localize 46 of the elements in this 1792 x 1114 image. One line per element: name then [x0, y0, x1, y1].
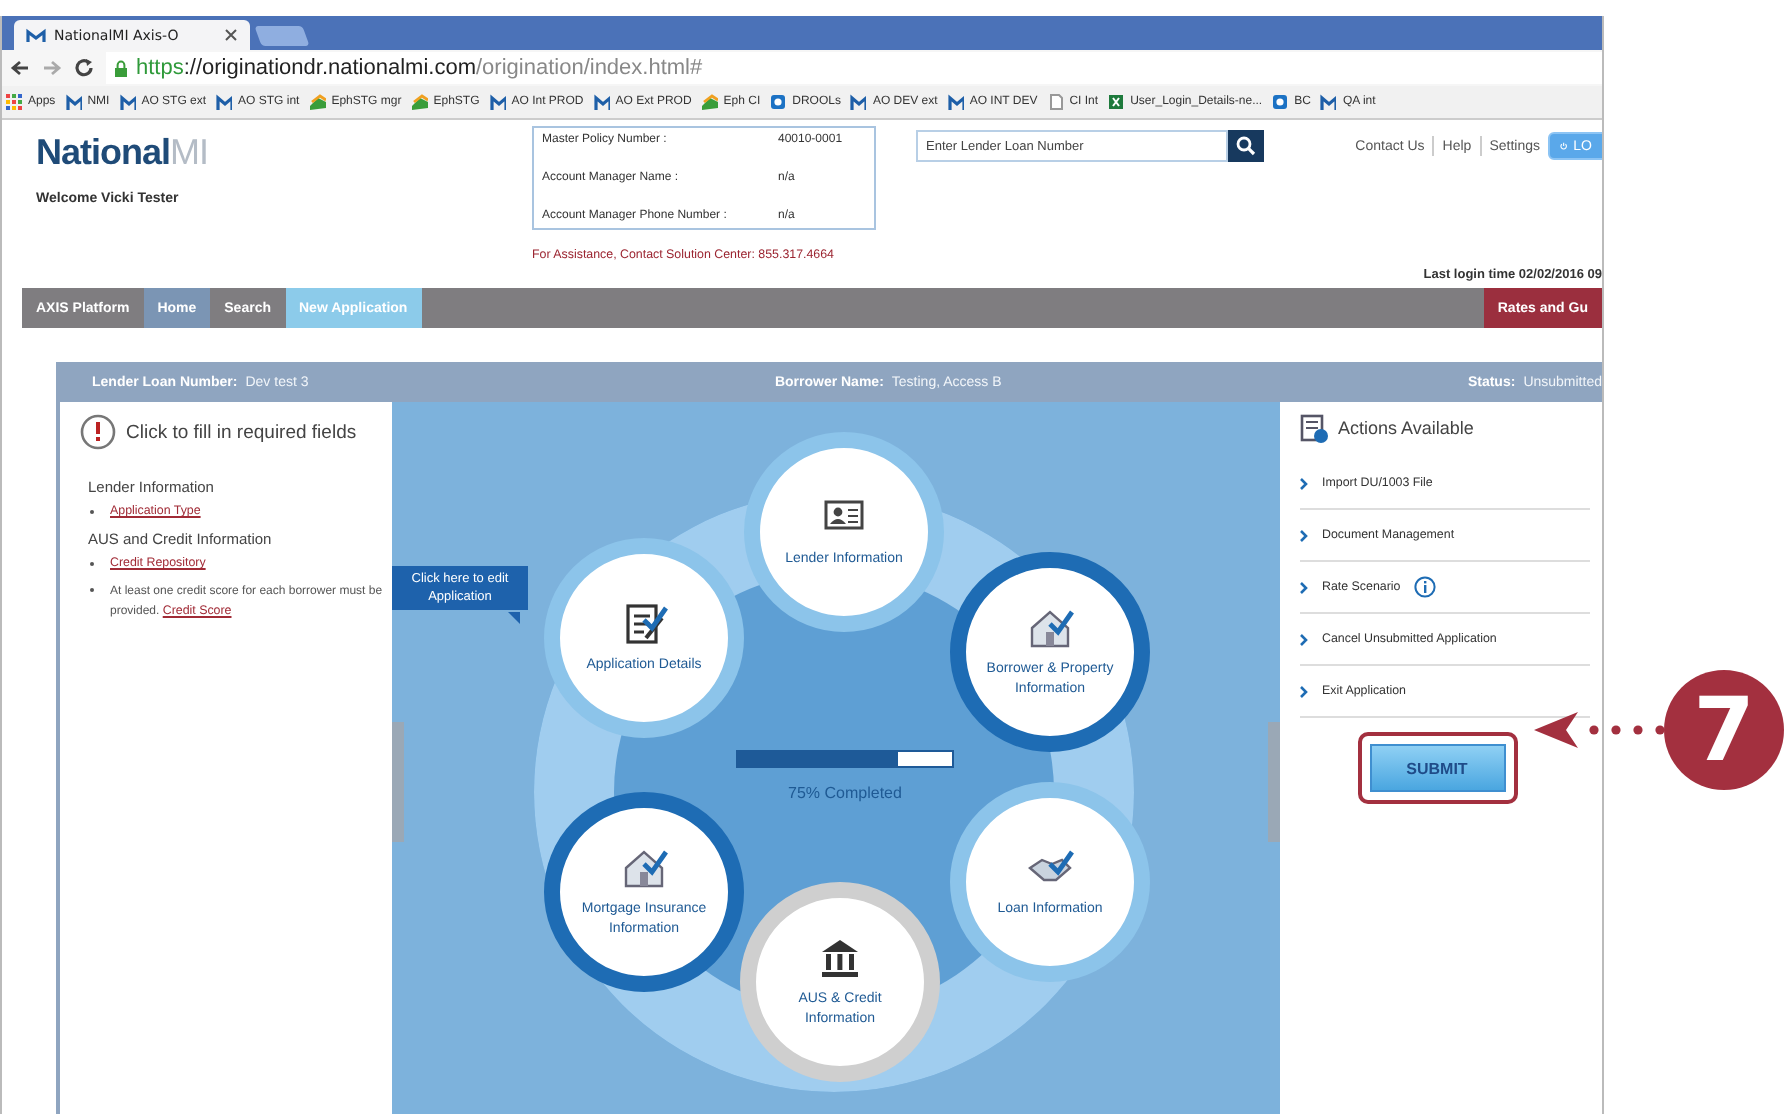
bookmark-chart-icon	[411, 94, 428, 110]
progress-text: 75% Completed	[786, 784, 904, 802]
new-tab-button[interactable]	[254, 26, 310, 46]
forward-icon	[42, 60, 62, 76]
bank-icon	[816, 934, 864, 982]
bookmark-chart-icon	[701, 94, 718, 110]
bookmark-logo-icon	[65, 94, 82, 110]
form-pencil-icon-with-check	[620, 600, 668, 648]
page-icon	[1047, 94, 1064, 110]
lock-icon	[114, 59, 128, 77]
chevron-icon	[1300, 685, 1308, 697]
apps-grid-icon	[6, 94, 22, 110]
search-icon	[1236, 136, 1256, 156]
chevron-icon	[1300, 581, 1308, 593]
panel-handle[interactable]	[1268, 722, 1280, 842]
bookmark-chart-icon	[309, 94, 326, 110]
panel-title: Actions Available	[1338, 418, 1474, 438]
bookmark-logo-icon	[850, 94, 867, 110]
tooltip-pointer	[508, 612, 520, 624]
back-icon	[10, 60, 30, 76]
search-button[interactable]	[1228, 130, 1264, 162]
bookmark-circle-icon	[770, 94, 787, 110]
bookmark-logo-icon	[1320, 94, 1337, 110]
site-icon	[26, 27, 46, 43]
info-icon	[1414, 576, 1437, 598]
clipboard-icon	[1300, 413, 1328, 443]
bookmark-logo-icon	[216, 94, 233, 110]
logo: NationalMI	[36, 132, 209, 174]
power-icon	[1560, 138, 1568, 154]
bookmark-logo-icon	[119, 94, 136, 110]
spreadsheet-icon	[1108, 94, 1125, 110]
chevron-icon	[1300, 529, 1308, 541]
bookmark-logo-icon	[947, 94, 964, 110]
panel-handle[interactable]	[392, 722, 404, 842]
bookmark-logo-icon	[489, 94, 506, 110]
bookmark-circle-icon	[1272, 94, 1289, 110]
close-icon	[224, 28, 238, 42]
chevron-icon	[1300, 477, 1308, 489]
chevron-icon	[1300, 633, 1308, 645]
panel-title: Click to fill in required fields	[126, 421, 357, 443]
bookmark-logo-icon	[593, 94, 610, 110]
reload-icon	[74, 58, 94, 78]
address-field[interactable]: https://originationdr.nationalmi.com/origination/index.html#	[106, 52, 1602, 84]
submit-button[interactable]: SUBMIT	[1369, 744, 1505, 792]
step-number-badge: 7	[1664, 670, 1784, 790]
alert-icon	[80, 414, 116, 450]
